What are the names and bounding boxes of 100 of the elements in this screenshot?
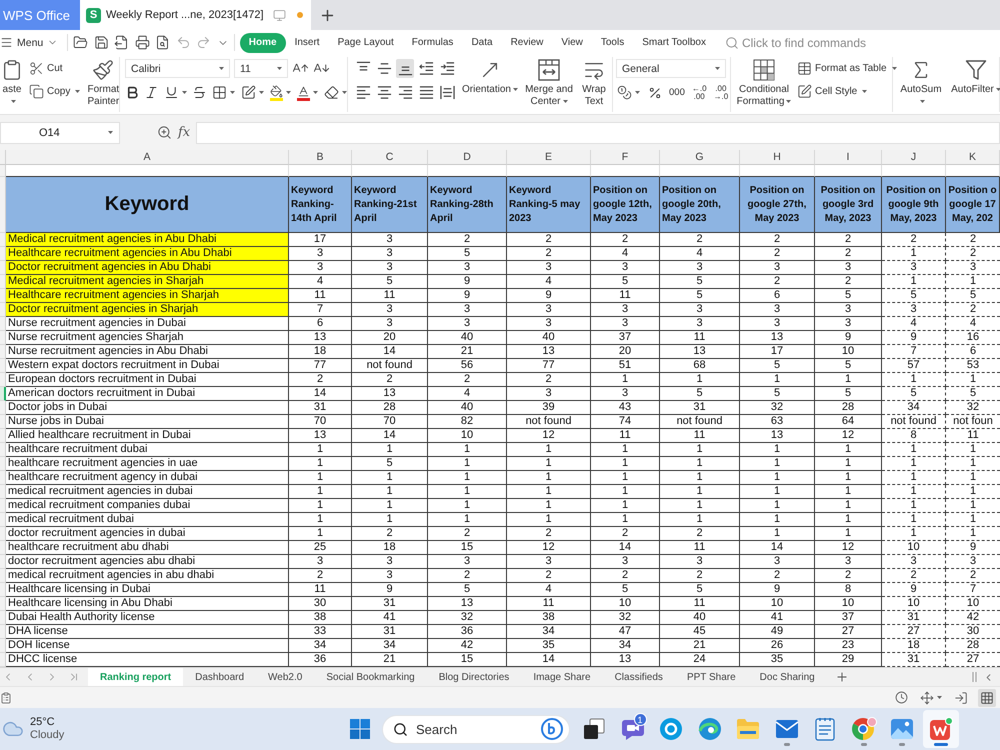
- export-icon[interactable]: [114, 35, 130, 50]
- format-painter-button[interactable]: Format Painter: [85, 57, 122, 108]
- percent-icon[interactable]: [648, 86, 662, 100]
- cut-button[interactable]: Cut: [29, 59, 80, 77]
- ribbon-tab[interactable]: Tools: [592, 32, 634, 52]
- sheet-tab[interactable]: Dashboard: [183, 668, 256, 686]
- insert-function-button[interactable]: fx: [178, 125, 190, 140]
- font-name-dropdown[interactable]: Calibri: [125, 59, 230, 78]
- autosum-button[interactable]: AutoSum: [897, 57, 945, 108]
- table-cell: 1: [946, 471, 1000, 485]
- align-distributed-button[interactable]: [438, 83, 456, 102]
- undo-icon[interactable]: [176, 35, 191, 50]
- paste-button[interactable]: aste: [0, 57, 24, 108]
- column-header[interactable]: I: [815, 150, 882, 165]
- column-header[interactable]: F: [591, 150, 660, 165]
- table-cell: 1: [660, 499, 740, 513]
- indent-increase-icon[interactable]: [440, 61, 454, 76]
- name-box[interactable]: O14: [0, 122, 120, 144]
- save-icon[interactable]: [94, 35, 109, 50]
- ribbon-tab[interactable]: Page Layout: [328, 32, 403, 52]
- sheet-tab[interactable]: Doc Sharing: [748, 668, 827, 686]
- fill-color-button[interactable]: [269, 83, 292, 102]
- table-cell: 3: [591, 317, 660, 331]
- font-size-dropdown[interactable]: 11: [234, 59, 288, 78]
- four-squares-icon[interactable]: [350, 719, 370, 739]
- decrease-decimal-button[interactable]: .00 →.0: [714, 84, 728, 100]
- taskbar-button[interactable]: 1: [614, 710, 650, 748]
- normal-view-button[interactable]: [978, 688, 996, 706]
- align-bottom-button[interactable]: [396, 59, 414, 78]
- column-header[interactable]: D: [428, 150, 507, 165]
- chevron-last-icon[interactable]: [68, 671, 80, 683]
- column-header[interactable]: A: [6, 150, 289, 165]
- increase-decimal-button[interactable]: ←.0 .00: [692, 84, 707, 100]
- merge-and-center-button[interactable]: Merge and Center: [524, 57, 574, 108]
- table-cell: doctor recruitment agencies in dubai: [6, 527, 289, 541]
- column-header[interactable]: K: [946, 150, 1000, 165]
- orientation-button[interactable]: Orientation: [461, 57, 519, 96]
- command-search-field[interactable]: Click to find commands: [742, 36, 877, 50]
- splitter-icon[interactable]: [972, 672, 977, 682]
- table-cell: 11: [660, 597, 740, 611]
- table-cell: Doctor jobs in Dubai: [6, 401, 289, 415]
- sheet-tab[interactable]: Image Share: [521, 668, 603, 686]
- table-cell: 11: [289, 583, 352, 597]
- search-icon: [393, 722, 408, 736]
- wrap-text-button[interactable]: Wrap Text: [579, 57, 609, 108]
- menu-button[interactable]: Menu: [0, 36, 62, 49]
- table-cell: 34: [882, 401, 946, 415]
- table-cell: not found: [507, 415, 591, 429]
- table-cell: Healthcare licensing in Abu Dhabi: [6, 597, 289, 611]
- sheet-tab[interactable]: Social Bookmarking: [314, 668, 427, 686]
- ribbon-tab[interactable]: Review: [502, 32, 552, 52]
- thousands-separator-button[interactable]: 000: [669, 87, 685, 98]
- reading-view-button[interactable]: [893, 688, 910, 706]
- table-cell: 1: [740, 457, 815, 471]
- autofilter-button[interactable]: AutoFilter: [950, 57, 1000, 96]
- table-cell: 2: [352, 527, 428, 541]
- document-tab[interactable]: S Weekly Report ...ne, 2023[1472]: [80, 0, 311, 30]
- pen-square-icon: [241, 85, 256, 100]
- folder-open-icon[interactable]: [73, 35, 88, 50]
- formula-input[interactable]: [196, 122, 1000, 144]
- column-header[interactable]: B: [289, 150, 352, 165]
- file-search-icon[interactable]: [155, 35, 170, 50]
- number-format-dropdown[interactable]: General: [616, 59, 726, 78]
- ribbon-tab[interactable]: Smart Toolbox: [633, 32, 715, 52]
- ribbon-tab[interactable]: Insert: [286, 32, 329, 52]
- table-cell: Healthcare licensing in Dubai: [6, 583, 289, 597]
- ribbon-tab[interactable]: Data: [462, 32, 502, 52]
- column-header[interactable]: G: [660, 150, 740, 165]
- sheet-tab[interactable]: Classifieds: [602, 668, 675, 686]
- table-cell: 13: [660, 345, 740, 359]
- sheet-tab[interactable]: Blog Directories: [426, 668, 522, 686]
- indent-decrease-icon[interactable]: [418, 61, 434, 76]
- ribbon-tab[interactable]: Formulas: [402, 32, 462, 52]
- sheet-tab[interactable]: PPT Share: [674, 668, 748, 686]
- table-cell: 1: [882, 527, 946, 541]
- table-cell: 9: [882, 331, 946, 345]
- print-icon[interactable]: [134, 35, 150, 50]
- table-cell: 2: [507, 247, 591, 261]
- strikethrough-icon[interactable]: [192, 85, 207, 100]
- taskbar-search-box[interactable]: Search: [382, 714, 570, 744]
- round-logo-icon[interactable]: [541, 718, 563, 740]
- row-header[interactable]: [0, 387, 6, 401]
- table-cell: 8: [882, 429, 946, 443]
- column-header[interactable]: C: [352, 150, 428, 165]
- conditional-formatting-button[interactable]: Conditional Formatting: [736, 57, 792, 108]
- column-header[interactable]: H: [740, 150, 815, 165]
- column-header[interactable]: E: [507, 150, 591, 165]
- table-cell: 28: [946, 639, 1000, 653]
- redo-icon[interactable]: [196, 35, 212, 50]
- ribbon-tab[interactable]: View: [552, 32, 592, 52]
- copy-button[interactable]: Copy: [29, 82, 80, 100]
- bold-icon[interactable]: [125, 85, 140, 100]
- italic-icon[interactable]: [144, 85, 159, 100]
- zoom-in-icon[interactable]: [157, 125, 172, 140]
- currency-button[interactable]: [616, 83, 641, 102]
- sheet-tab[interactable]: Web2.0: [256, 668, 314, 686]
- column-header[interactable]: J: [882, 150, 946, 165]
- add-sheet-icon[interactable]: [834, 670, 849, 684]
- cell-style-button[interactable]: Cell Style: [797, 82, 897, 100]
- format-as-table-button[interactable]: Format as Table: [797, 59, 897, 77]
